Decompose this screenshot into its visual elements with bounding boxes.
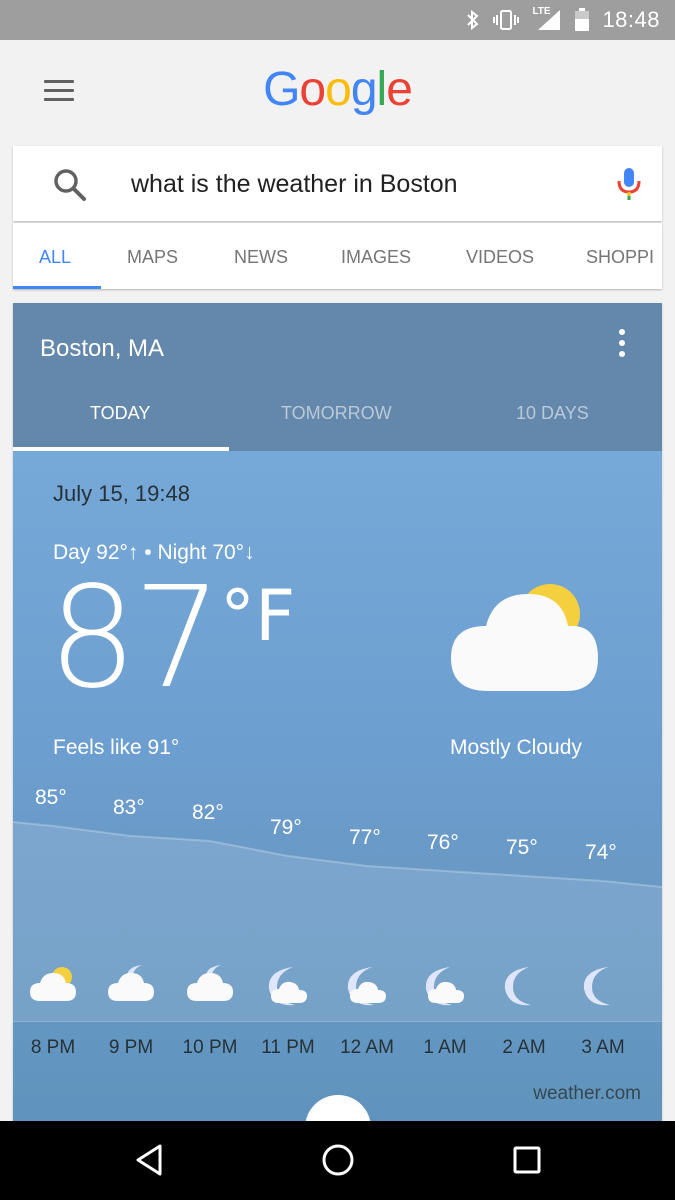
status-time: 18:48 [602,7,660,32]
back-icon[interactable] [133,1143,165,1177]
hourly-time: 3 AM [581,1037,625,1058]
more-options-icon[interactable] [617,329,627,359]
navigation-bar [0,1121,675,1200]
logo-letter: e [386,63,413,116]
home-icon[interactable] [321,1143,355,1177]
weather-tab-today[interactable]: TODAY [90,403,150,424]
hourly-temp: 75° [506,836,538,859]
search-box[interactable]: what is the weather in Boston [13,146,662,221]
bluetooth-icon [467,9,479,31]
vibrate-icon [493,10,520,30]
hourly-time: 9 PM [108,1037,154,1058]
hourly-time: 2 AM [502,1037,546,1058]
hourly-temp: 76° [427,831,459,854]
status-bar: LTE 18:48 [0,0,675,40]
tab-news[interactable]: NEWS [234,247,288,268]
current-temperature: 87 [48,557,222,720]
hourly-temp: 79° [270,816,302,839]
partly-cloudy-icon [451,584,598,691]
weather-condition: Mostly Cloudy [450,736,582,759]
hourly-time: 11 PM [261,1037,315,1058]
hourly-temp: 85° [35,786,67,809]
hourly-temp: 74° [585,841,617,864]
tab-maps[interactable]: MAPS [127,247,178,268]
weather-tab-10-days[interactable]: 10 DAYS [516,403,589,424]
hourly-time: 1 AM [423,1037,467,1058]
tab-all[interactable]: ALL [39,247,71,268]
search-icon[interactable] [53,168,87,202]
active-tab-indicator [13,286,101,289]
weather-card-header: Boston, MA TODAY TOMORROW 10 DAYS [13,303,662,451]
mic-icon[interactable] [616,166,642,202]
feels-like: Feels like 91° [53,736,180,759]
weather-location: Boston, MA [40,335,165,362]
temperature-unit: °F [220,575,296,657]
logo-letter: G [263,63,300,116]
weather-card: Boston, MA TODAY TOMORROW 10 DAYS July 1… [13,303,662,1133]
moon-cloud-icon [425,967,464,1006]
weather-source-link[interactable]: weather.com [533,1083,641,1105]
google-logo: Google [0,62,675,117]
signal-icon: LTE [532,6,562,32]
tab-shopping[interactable]: SHOPPI [586,247,654,268]
moon-cloud-icon [268,967,307,1006]
hourly-temp: 77° [349,826,381,849]
partly-cloudy-sun-icon [30,967,76,1001]
weather-datetime: July 15, 19:48 [53,481,190,506]
moon-icon [504,967,531,1006]
cloudy-moon-icon [108,965,154,1001]
recents-icon[interactable] [512,1145,542,1175]
hourly-time: 12 AM [340,1037,394,1058]
search-input[interactable]: what is the weather in Boston [131,170,458,199]
hourly-time: 8 PM [30,1037,76,1058]
moon-icon [583,967,610,1006]
logo-letter: l [376,63,388,116]
moon-cloud-icon [347,967,386,1006]
logo-letter: g [350,63,378,116]
logo-letter: o [325,63,352,116]
tab-images[interactable]: IMAGES [341,247,411,268]
hourly-temp: 83° [113,796,145,819]
logo-letter: o [299,63,326,116]
hourly-divider [13,1021,662,1022]
hourly-temp: 82° [192,801,224,824]
tab-videos[interactable]: VIDEOS [466,247,534,268]
battery-icon [575,8,590,31]
weather-tab-tomorrow[interactable]: TOMORROW [281,403,392,424]
cloudy-moon-icon [187,965,233,1001]
search-tabs: ALL MAPS NEWS IMAGES VIDEOS SHOPPI [13,223,662,289]
weather-card-body: July 15, 19:48 Day 92°↑ • Night 70°↓ 87 … [13,451,662,1133]
hourly-time: 10 PM [182,1037,238,1058]
